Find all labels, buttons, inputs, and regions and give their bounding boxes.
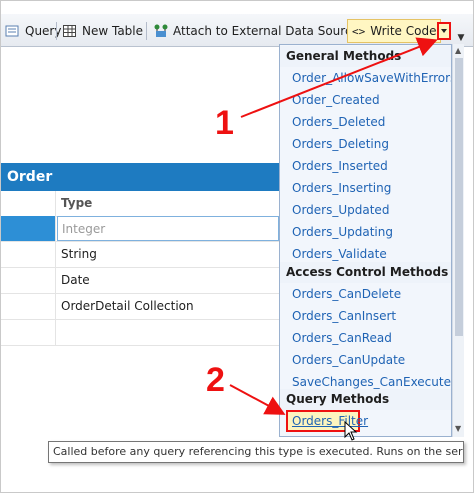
- grid-cell: [1, 268, 56, 293]
- menu-item[interactable]: Orders_Updated: [280, 199, 451, 221]
- grid-cell: [1, 242, 56, 267]
- write-code-button[interactable]: <> Write Code: [347, 19, 442, 43]
- title-strip: [1, 1, 473, 14]
- scrollbar-thumb[interactable]: [455, 58, 463, 336]
- grid-cell: [1, 320, 56, 345]
- tooltip: Called before any query referencing this…: [48, 441, 464, 463]
- table-row[interactable]: Date: [1, 268, 279, 294]
- grid-cell: [1, 294, 56, 319]
- table-row[interactable]: Integer: [1, 216, 279, 242]
- menu-item[interactable]: Orders_Deleted: [280, 111, 451, 133]
- write-code-label: Write Code: [370, 24, 437, 38]
- menu-header-query: Query Methods: [280, 389, 451, 410]
- menu-header-access-control: Access Control Methods: [280, 262, 451, 283]
- attach-icon: [153, 23, 169, 39]
- menu-item[interactable]: Orders_Inserted: [280, 155, 451, 177]
- menu-item[interactable]: Orders_CanRead: [280, 327, 451, 349]
- table-icon: [62, 23, 78, 39]
- menu-scrollbar[interactable]: ▲ ▼: [452, 44, 464, 437]
- attach-label: Attach to External Data Source...: [173, 24, 371, 38]
- type-cell[interactable]: Date: [57, 268, 279, 293]
- attach-data-source-button[interactable]: Attach to External Data Source...: [149, 20, 374, 42]
- code-icon: <>: [352, 24, 366, 38]
- type-cell[interactable]: String: [57, 242, 279, 267]
- menu-item[interactable]: Orders_CanDelete: [280, 283, 451, 305]
- type-cell[interactable]: [57, 320, 279, 345]
- write-code-menu: General Methods Order_AllowSaveWithError…: [279, 44, 452, 437]
- menu-item[interactable]: Orders_CanUpdate: [280, 349, 451, 371]
- entity-title: Order: [1, 163, 279, 191]
- menu-item[interactable]: Orders_Inserting: [280, 177, 451, 199]
- type-cell[interactable]: OrderDetail Collection: [57, 294, 279, 319]
- write-code-dropdown-arrow[interactable]: [437, 22, 451, 40]
- toolbar-overflow-icon[interactable]: ▼: [456, 31, 466, 45]
- table-row-empty[interactable]: [1, 320, 279, 346]
- menu-header-general: General Methods: [280, 46, 451, 67]
- grid-cell: [1, 191, 56, 216]
- toolbar-separator: [56, 22, 57, 40]
- designer-toolbar: Query New Table Attach to External Data …: [1, 14, 473, 47]
- menu-item[interactable]: Order_Created: [280, 89, 451, 111]
- new-table-button[interactable]: New Table: [58, 20, 147, 42]
- type-column-header: Type: [61, 196, 93, 210]
- menu-item[interactable]: Orders_Updating: [280, 221, 451, 243]
- table-row[interactable]: String: [1, 242, 279, 268]
- menu-item[interactable]: Orders_CanInsert: [280, 305, 451, 327]
- menu-item[interactable]: Order_AllowSaveWithErrors: [280, 67, 451, 89]
- annotation-step-2: 2: [206, 361, 225, 399]
- scroll-down-icon[interactable]: ▼: [455, 424, 461, 433]
- query-icon: [5, 23, 21, 39]
- mouse-cursor-icon: [344, 421, 358, 441]
- menu-item[interactable]: Orders_Deleting: [280, 133, 451, 155]
- toolbar-separator: [146, 22, 147, 40]
- grid-header-row: Type: [1, 191, 279, 217]
- type-cell[interactable]: Integer: [57, 216, 279, 241]
- table-row[interactable]: OrderDetail Collection: [1, 294, 279, 320]
- scroll-up-icon[interactable]: ▲: [455, 46, 461, 55]
- screenshot-frame: Query New Table Attach to External Data …: [0, 0, 474, 493]
- new-table-label: New Table: [82, 24, 144, 38]
- annotation-step-1: 1: [215, 104, 234, 142]
- grid-cell-selected: [1, 216, 56, 241]
